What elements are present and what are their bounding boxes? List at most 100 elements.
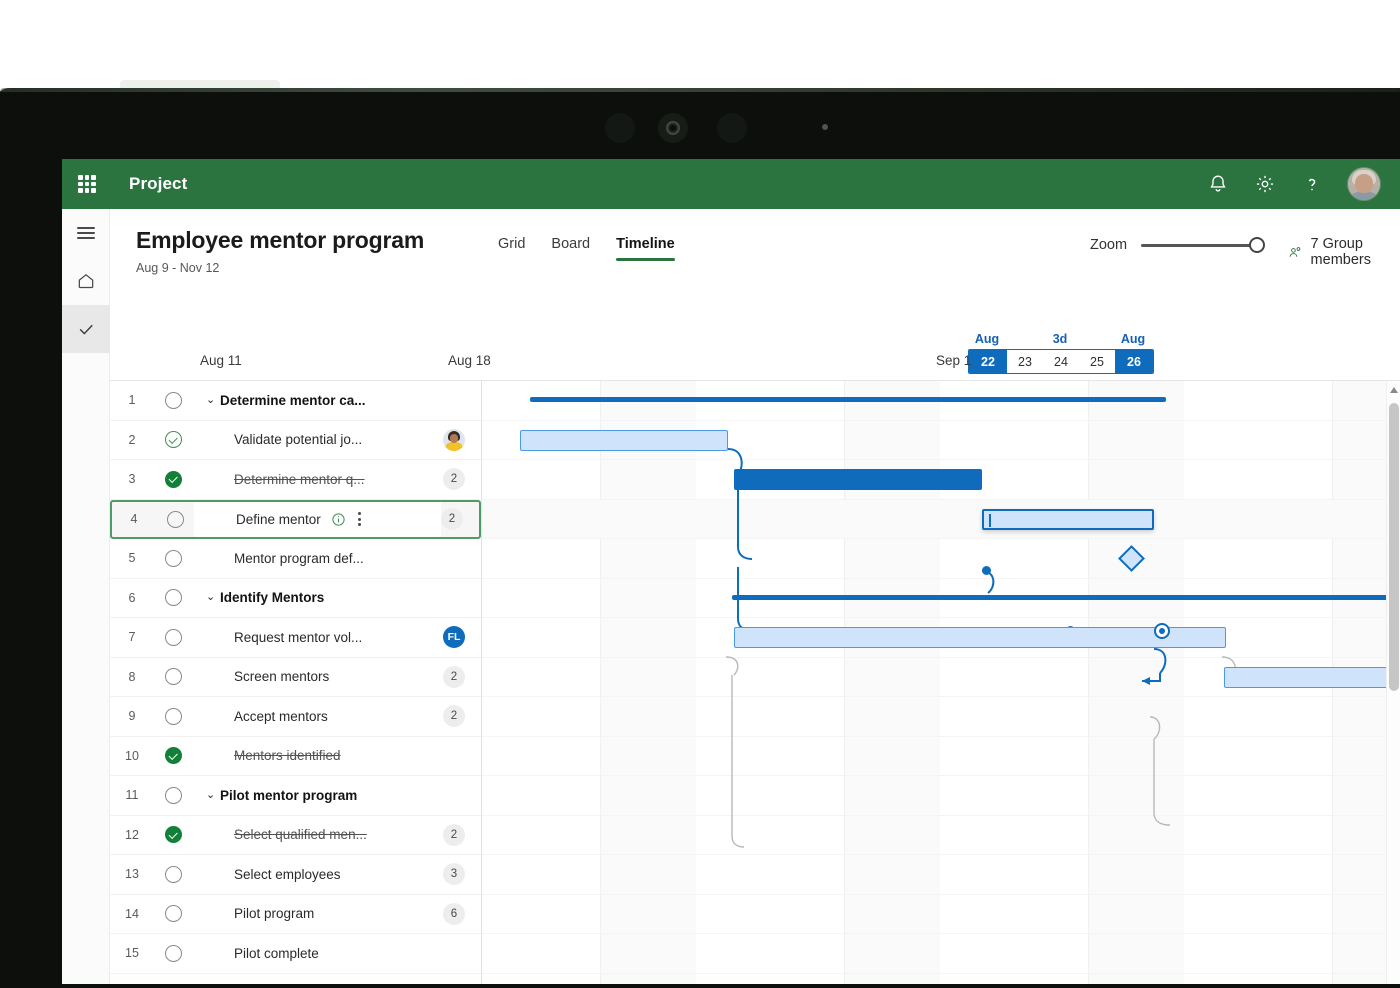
- group-members-label: 7 Group members: [1310, 236, 1371, 268]
- summary-bar[interactable]: [732, 594, 1400, 600]
- help-icon[interactable]: [1301, 173, 1323, 195]
- gantt-bar-selected[interactable]: [982, 508, 1154, 530]
- task-complete-toggle[interactable]: [154, 786, 192, 804]
- app-launcher-icon[interactable]: [78, 175, 96, 193]
- date-range-selector[interactable]: Aug 3d Aug 22 23 24 25 26: [968, 332, 1154, 374]
- rail-item-tasks[interactable]: [62, 305, 110, 353]
- table-row[interactable]: 8 Screen mentors 2: [110, 658, 481, 697]
- hamburger-icon: [77, 224, 95, 242]
- subtask-count-badge[interactable]: 6: [443, 902, 465, 925]
- gantt-bar[interactable]: [520, 429, 728, 451]
- task-complete-toggle[interactable]: [154, 865, 192, 883]
- task-complete-toggle[interactable]: [154, 391, 192, 409]
- row-actions: [331, 512, 362, 527]
- table-row[interactable]: 9 Accept mentors 2: [110, 697, 481, 737]
- group-members-button[interactable]: 7 Group members: [1288, 236, 1400, 268]
- table-row[interactable]: 5 Mentor program def...: [110, 539, 481, 579]
- task-list: 1 ⌄ Determine mentor ca... 2 Validate potent…: [110, 381, 482, 984]
- subtask-count-badge[interactable]: 3: [443, 863, 465, 886]
- row-number: 7: [128, 630, 136, 645]
- task-name-cell: ⌄ Identify Mentors: [192, 579, 443, 618]
- avatar[interactable]: FL: [443, 626, 465, 649]
- view-tabs: Grid Board Timeline: [498, 236, 675, 261]
- status-led: [822, 124, 828, 130]
- scroll-up-arrow[interactable]: [1390, 387, 1398, 393]
- subtask-count-badge[interactable]: 2: [441, 508, 463, 531]
- table-row[interactable]: 4 Define mentor 2: [110, 499, 481, 539]
- table-row[interactable]: 6 ⌄ Identify Mentors: [110, 579, 481, 618]
- day-cell-23[interactable]: 23: [1007, 350, 1043, 373]
- table-row[interactable]: 1 ⌄ Determine mentor ca...: [110, 381, 481, 421]
- subtask-count-badge[interactable]: 2: [443, 468, 465, 491]
- day-cell-25[interactable]: 25: [1079, 350, 1115, 373]
- table-row[interactable]: 7 Request mentor vol... FL: [110, 618, 481, 658]
- task-complete-toggle[interactable]: [154, 747, 192, 765]
- task-complete-toggle[interactable]: [154, 668, 192, 686]
- task-name-cell: ⌄Train mentors: [192, 974, 443, 985]
- link-endpoint[interactable]: [982, 566, 991, 575]
- task-complete-toggle[interactable]: [154, 549, 192, 567]
- table-row[interactable]: 15 Pilot complete: [110, 934, 481, 974]
- zoom-slider[interactable]: [1141, 236, 1266, 253]
- subtask-count-badge[interactable]: 2: [443, 665, 465, 688]
- chevron-down-icon[interactable]: ⌄: [206, 592, 220, 603]
- circle-icon: [164, 589, 182, 607]
- table-row[interactable]: 14 Pilot program 6: [110, 895, 481, 934]
- day-cell-24[interactable]: 24: [1043, 350, 1079, 373]
- gantt-bar[interactable]: [1224, 666, 1400, 688]
- task-complete-toggle[interactable]: [154, 826, 192, 844]
- user-avatar[interactable]: [1348, 168, 1380, 200]
- task-complete-toggle[interactable]: [154, 431, 192, 449]
- table-row[interactable]: 2 Validate potential jo...: [110, 421, 481, 460]
- subtask-count-badge[interactable]: 2: [443, 705, 465, 728]
- day-cell-22[interactable]: 22: [969, 350, 1007, 373]
- gantt-row: [482, 895, 1400, 934]
- tab-grid[interactable]: Grid: [498, 236, 525, 261]
- bar-resize-handle[interactable]: [1154, 623, 1170, 639]
- rail-item-menu[interactable]: [62, 209, 110, 257]
- table-row[interactable]: 10 Mentors identified: [110, 737, 481, 776]
- chevron-down-icon[interactable]: ⌄: [206, 789, 220, 801]
- task-complete-toggle[interactable]: [154, 905, 192, 923]
- task-name: Select qualified men...: [234, 827, 367, 843]
- day-cell-26[interactable]: 26: [1115, 350, 1153, 373]
- zoom-slider-handle[interactable]: [1249, 236, 1266, 253]
- check-circle-icon: [164, 470, 182, 488]
- table-row[interactable]: 16⌄Train mentors: [110, 974, 481, 985]
- task-complete-toggle[interactable]: [154, 628, 192, 646]
- task-complete-toggle[interactable]: [156, 510, 194, 528]
- info-icon[interactable]: [331, 512, 346, 527]
- chevron-down-icon[interactable]: ⌄: [206, 394, 220, 406]
- rail-item-home[interactable]: [62, 257, 110, 305]
- gantt-bar[interactable]: [734, 627, 1226, 648]
- more-options-icon[interactable]: [358, 512, 362, 527]
- avatar[interactable]: [443, 428, 465, 451]
- table-row[interactable]: 12 Select qualified men... 2: [110, 816, 481, 855]
- scrollbar-thumb[interactable]: [1389, 403, 1399, 691]
- vertical-scrollbar[interactable]: [1386, 381, 1400, 984]
- bell-icon[interactable]: [1207, 173, 1229, 195]
- table-row[interactable]: 3 Determine mentor q... 2: [110, 460, 481, 500]
- table-row[interactable]: 11 ⌄ Pilot mentor program: [110, 776, 481, 816]
- task-complete-toggle[interactable]: [154, 707, 192, 725]
- circle-icon: [164, 865, 182, 883]
- gantt-row: [482, 539, 1400, 579]
- summary-bar[interactable]: [530, 397, 1166, 402]
- task-complete-toggle[interactable]: [154, 470, 192, 488]
- task-name-cell: Determine mentor q...: [192, 460, 443, 499]
- task-complete-toggle[interactable]: [154, 944, 192, 962]
- row-number: 3: [128, 472, 136, 487]
- gear-icon[interactable]: [1254, 173, 1276, 195]
- subtask-count-badge[interactable]: 2: [443, 823, 465, 846]
- project-date-range: Aug 9 - Nov 12: [136, 261, 220, 275]
- task-complete-toggle[interactable]: [154, 589, 192, 607]
- task-name: Accept mentors: [234, 708, 328, 724]
- table-row[interactable]: 13 Select employees 3: [110, 855, 481, 895]
- circle-icon: [164, 668, 182, 686]
- tab-board[interactable]: Board: [551, 236, 590, 261]
- tab-timeline[interactable]: Timeline: [616, 236, 675, 261]
- row-number: 6: [128, 590, 136, 605]
- circle-icon: [164, 707, 182, 725]
- gantt-bar[interactable]: [734, 469, 982, 490]
- gantt-row: [482, 974, 1400, 985]
